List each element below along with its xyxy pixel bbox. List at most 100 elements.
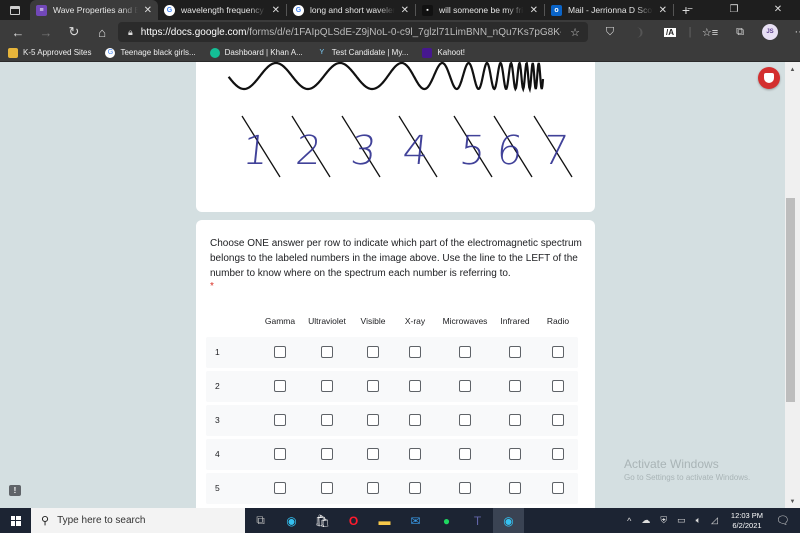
extension-disabled-icon[interactable]: ❩ xyxy=(625,26,655,39)
checkbox-gamma-row-5[interactable] xyxy=(274,482,286,494)
tab-brainly[interactable]: ▪ will someone be my friend ✕ xyxy=(416,0,544,20)
clock[interactable]: 12:03 PM 6/2/2021 xyxy=(731,511,763,531)
checkbox-x-ray-row-1[interactable] xyxy=(409,346,421,358)
checkbox-x-ray-row-2[interactable] xyxy=(409,380,421,392)
home-button[interactable]: ⌂ xyxy=(88,25,116,40)
url-text[interactable]: https://docs.google.com/forms/d/e/1FAIpQ… xyxy=(141,27,561,38)
bookmark-k5-approved[interactable]: K-5 Approved Sites xyxy=(8,47,91,58)
file-explorer-icon[interactable]: ▬ xyxy=(369,508,400,533)
close-tab-icon[interactable]: ✕ xyxy=(144,5,152,16)
bookmark-test-candidate[interactable]: Y Test Candidate | My... xyxy=(317,48,408,58)
checkbox-x-ray-row-4[interactable] xyxy=(409,448,421,460)
checkbox-microwaves-row-4[interactable] xyxy=(459,448,471,460)
bookmark-label: Kahoot! xyxy=(437,48,465,57)
tab-title: will someone be my friend xyxy=(439,5,524,15)
edge-active-icon[interactable]: ◉ xyxy=(493,508,524,533)
tab-actions-button[interactable] xyxy=(0,0,30,20)
taskbar-search[interactable]: ⚲ Type here to search xyxy=(31,508,245,533)
edge-icon[interactable]: ◉ xyxy=(276,508,307,533)
checkbox-ultraviolet-row-3[interactable] xyxy=(321,414,333,426)
checkbox-visible-row-1[interactable] xyxy=(367,346,379,358)
scrollbar-thumb[interactable] xyxy=(786,198,795,402)
task-view-icon[interactable]: ⧉ xyxy=(245,508,276,533)
bookmark-khan[interactable]: Dashboard | Khan A... xyxy=(209,47,303,58)
tab-long-short-wavelength[interactable]: G long and short wavelength ✕ xyxy=(287,0,415,20)
scroll-down-arrow[interactable]: ▼ xyxy=(785,496,800,508)
favorites-icon[interactable]: ☆≡ xyxy=(695,26,725,39)
checkbox-gamma-row-3[interactable] xyxy=(274,414,286,426)
checkbox-radio-row-3[interactable] xyxy=(552,414,564,426)
mail-icon[interactable]: ✉ xyxy=(400,508,431,533)
store-icon[interactable]: 🛍︎ xyxy=(307,508,338,533)
tab-mail[interactable]: o Mail - Jerrionna D Scott (2 ✕ xyxy=(545,0,673,20)
lock-icon[interactable]: 🔒︎ xyxy=(128,27,133,38)
checkbox-ultraviolet-row-5[interactable] xyxy=(321,482,333,494)
checkbox-gamma-row-1[interactable] xyxy=(274,346,286,358)
checkbox-radio-row-1[interactable] xyxy=(552,346,564,358)
battery-icon[interactable]: ▭ xyxy=(677,515,686,526)
grid-row: 5 xyxy=(206,473,578,504)
checkbox-visible-row-5[interactable] xyxy=(367,482,379,494)
checkbox-microwaves-row-2[interactable] xyxy=(459,380,471,392)
minimize-button[interactable]: − xyxy=(668,0,712,20)
forward-button[interactable]: → xyxy=(32,25,60,40)
checkbox-gamma-row-4[interactable] xyxy=(274,448,286,460)
checkbox-radio-row-2[interactable] xyxy=(552,380,564,392)
start-button[interactable] xyxy=(0,508,31,533)
checkbox-infrared-row-2[interactable] xyxy=(509,380,521,392)
security-icon[interactable]: ⛨ xyxy=(660,515,667,526)
extension-shield-icon[interactable]: ⛉ xyxy=(595,26,625,39)
checkbox-infrared-row-1[interactable] xyxy=(509,346,521,358)
checkbox-radio-row-4[interactable] xyxy=(552,448,564,460)
refresh-button[interactable]: ↻ xyxy=(60,24,88,40)
report-problem-icon[interactable]: ! xyxy=(9,485,21,496)
spotify-icon[interactable]: ● xyxy=(431,508,462,533)
checkbox-radio-row-5[interactable] xyxy=(552,482,564,494)
show-hidden-icons[interactable]: ^ xyxy=(627,516,631,526)
opera-icon[interactable]: O xyxy=(338,508,369,533)
page-scrollbar[interactable]: ▲ ▼ xyxy=(785,62,800,508)
close-tab-icon[interactable]: ✕ xyxy=(530,5,538,16)
bookmark-kahoot[interactable]: Kahoot! xyxy=(422,47,465,58)
close-window-button[interactable]: ✕ xyxy=(756,0,800,20)
teams-icon[interactable]: T xyxy=(462,508,493,533)
back-button[interactable]: ← xyxy=(4,25,32,40)
address-bar[interactable]: 🔒︎ https://docs.google.com/forms/d/e/1FA… xyxy=(118,22,588,42)
more-menu-icon[interactable]: ··· xyxy=(785,26,800,38)
wifi-icon[interactable]: ◿ xyxy=(711,515,718,526)
bookmark-teenage[interactable]: G Teenage black girls... xyxy=(105,47,196,58)
checkbox-infrared-row-5[interactable] xyxy=(509,482,521,494)
scroll-up-arrow[interactable]: ▲ xyxy=(785,64,800,76)
profile-button[interactable]: JS xyxy=(755,24,785,40)
volume-icon[interactable]: 🔈︎ xyxy=(696,515,701,526)
checkbox-x-ray-row-5[interactable] xyxy=(409,482,421,494)
close-tab-icon[interactable]: ✕ xyxy=(401,5,409,16)
checkbox-visible-row-2[interactable] xyxy=(367,380,379,392)
checkbox-ultraviolet-row-4[interactable] xyxy=(321,448,333,460)
notifications-icon[interactable]: 🗨︎ xyxy=(776,514,790,527)
tab-wavelength-frequency[interactable]: G wavelength frequency - Google Search ✕ xyxy=(158,0,286,20)
grid-column-headers: Gamma Ultraviolet Visible X-ray Microwaves In… xyxy=(196,316,595,330)
add-favorite-icon[interactable]: ☆ xyxy=(570,26,580,39)
checkbox-microwaves-row-5[interactable] xyxy=(459,482,471,494)
restore-button[interactable]: ❐ xyxy=(712,0,756,20)
checkbox-microwaves-row-1[interactable] xyxy=(459,346,471,358)
tab-wave-properties[interactable]: ≡ Wave Properties and Electromagnetic ✕ xyxy=(30,0,158,20)
extension-reminder-button[interactable] xyxy=(758,67,780,89)
collections-icon[interactable]: ⧉ xyxy=(725,26,755,39)
system-tray: ^ ☁ ⛨ ▭ 🔈︎ ◿ 12:03 PM 6/2/2021 🗨︎ xyxy=(622,508,800,533)
checkbox-visible-row-3[interactable] xyxy=(367,414,379,426)
checkbox-gamma-row-2[interactable] xyxy=(274,380,286,392)
onedrive-icon[interactable]: ☁ xyxy=(641,515,650,526)
checkbox-infrared-row-4[interactable] xyxy=(509,448,521,460)
checkbox-ultraviolet-row-1[interactable] xyxy=(321,346,333,358)
close-tab-icon[interactable]: ✕ xyxy=(659,5,667,16)
extension-a-icon[interactable]: /A xyxy=(655,26,685,38)
checkbox-x-ray-row-3[interactable] xyxy=(409,414,421,426)
checkbox-microwaves-row-3[interactable] xyxy=(459,414,471,426)
close-tab-icon[interactable]: ✕ xyxy=(272,5,280,16)
checkbox-visible-row-4[interactable] xyxy=(367,448,379,460)
checkbox-ultraviolet-row-2[interactable] xyxy=(321,380,333,392)
spectrum-diagram: 1234567 xyxy=(227,62,573,178)
checkbox-infrared-row-3[interactable] xyxy=(509,414,521,426)
